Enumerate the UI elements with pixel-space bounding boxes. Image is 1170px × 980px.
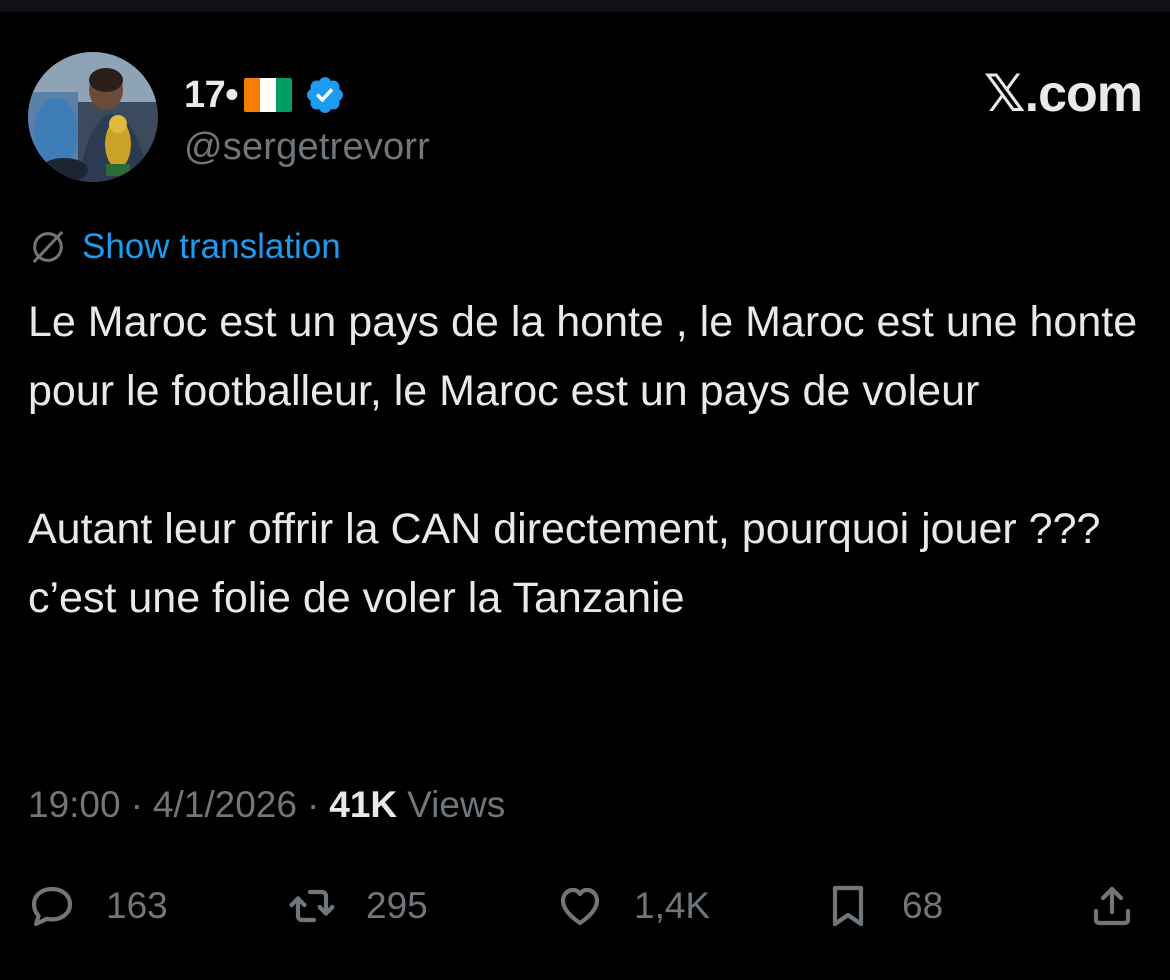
meta-separator: · [306, 784, 320, 825]
tweet-header: 17• @sergetrevorr 𝕏.com [28, 50, 1143, 190]
x-logo-icon: 𝕏 [983, 64, 1026, 124]
bookmark-icon [832, 885, 864, 927]
repost-icon [289, 889, 335, 923]
show-translation-label[interactable]: Show translation [82, 227, 341, 267]
heart-icon [560, 887, 600, 926]
repost-button[interactable]: 295 [288, 874, 428, 938]
views-label: Views [407, 784, 506, 825]
tweet-paragraph-1: Le Maroc est un pays de la honte , le Ma… [28, 298, 1138, 415]
display-name[interactable]: 17• [184, 74, 239, 117]
name-row: 17• [184, 70, 346, 120]
repost-count: 295 [366, 885, 428, 926]
share-button[interactable] [1088, 874, 1166, 938]
action-bar: 163 295 1,4K 68 [28, 874, 1142, 938]
avatar[interactable] [28, 52, 158, 182]
like-button[interactable]: 1,4K [556, 874, 710, 938]
bookmark-button[interactable]: 68 [824, 874, 943, 938]
tweet-time[interactable]: 19:00 [28, 784, 121, 826]
ivory-coast-flag-icon [244, 78, 293, 112]
tweet-text: Le Maroc est un pays de la honte , le Ma… [28, 288, 1138, 633]
meta-separator: · [130, 784, 143, 825]
tweet-date[interactable]: 4/1/2026 [153, 784, 297, 826]
reply-icon [31, 886, 73, 927]
verified-badge-icon [307, 77, 344, 113]
tweet-meta: 19:00 · 4/1/2026 · 41K Views [28, 778, 505, 832]
reply-button[interactable]: 163 [28, 874, 168, 938]
x-com-logo: 𝕏.com [983, 64, 1143, 124]
reply-count: 163 [106, 885, 168, 926]
brand-suffix: .com [1024, 65, 1143, 123]
translate-globe-icon [32, 230, 64, 264]
like-count: 1,4K [634, 885, 711, 926]
tweet-paragraph-2: Autant leur offrir la CAN directement, p… [28, 505, 1101, 622]
views-count: 41K [329, 784, 398, 825]
bookmark-count: 68 [902, 885, 944, 926]
user-handle[interactable]: @sergetrevorr [184, 126, 430, 169]
share-icon [1093, 886, 1131, 926]
tweet-card: 17• @sergetrevorr 𝕏.com Show translation… [0, 0, 1170, 980]
show-translation-link[interactable]: Show translation [28, 222, 341, 272]
